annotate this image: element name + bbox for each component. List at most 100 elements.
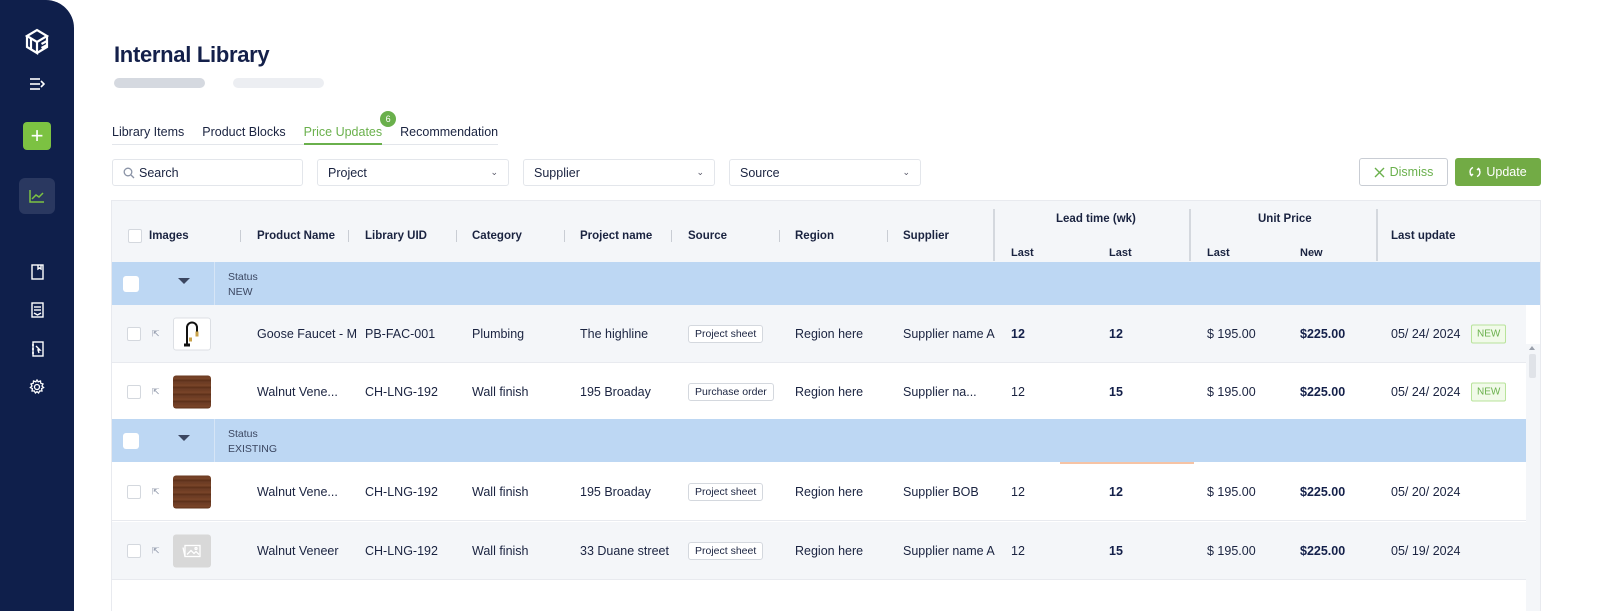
expand-icon[interactable]: ⇱ xyxy=(152,486,160,497)
lead-time-new: 12 xyxy=(1109,326,1123,341)
collapse-caret-icon[interactable] xyxy=(178,435,190,441)
column-header-source[interactable]: Source xyxy=(688,230,727,242)
expand-icon[interactable]: ⇱ xyxy=(152,386,160,397)
last-update: 05/ 19/ 2024 xyxy=(1391,543,1461,558)
search-input[interactable] xyxy=(139,165,289,180)
row-checkbox[interactable] xyxy=(127,485,141,499)
select-all-checkbox[interactable] xyxy=(128,229,142,243)
product-image[interactable] xyxy=(173,475,211,508)
project-name: The highline xyxy=(580,326,649,341)
lead-time-last: 12 xyxy=(1011,543,1025,558)
supplier: Supplier name A xyxy=(903,543,995,558)
column-header-category[interactable]: Category xyxy=(472,230,522,242)
price-new: $225.00 xyxy=(1300,543,1346,558)
scroll-thumb[interactable] xyxy=(1529,354,1536,378)
sidebar-item-settings[interactable] xyxy=(27,377,47,397)
vertical-scrollbar[interactable] xyxy=(1526,344,1540,611)
column-header-images[interactable]: Images xyxy=(149,230,189,242)
search-field[interactable] xyxy=(112,159,303,186)
column-header-last-update[interactable]: Last update xyxy=(1391,230,1456,242)
expand-icon[interactable]: ⇱ xyxy=(152,328,160,339)
source-tag[interactable]: Project sheet xyxy=(688,541,764,560)
chevron-down-icon: ⌄ xyxy=(490,167,498,177)
column-divider xyxy=(348,230,349,242)
table-row[interactable]: ⇱ Goose Faucet - M PB-FAC-001 Plumbing T… xyxy=(112,305,1526,363)
category: Wall finish xyxy=(472,384,529,399)
row-checkbox[interactable] xyxy=(127,327,141,341)
table-row[interactable]: ⇱ Walnut Vene... CH-LNG-192 Wall finish … xyxy=(112,463,1526,521)
expand-icon[interactable]: ⇱ xyxy=(152,545,160,556)
column-header-lead-last[interactable]: Last xyxy=(1011,247,1034,259)
sidebar-item-library[interactable] xyxy=(28,262,46,282)
column-header-price-new[interactable]: New xyxy=(1300,247,1323,259)
group-divider xyxy=(1189,209,1191,261)
column-header-project-name[interactable]: Project name xyxy=(580,230,652,242)
tab-product-blocks[interactable]: Product Blocks xyxy=(202,125,285,144)
gear-icon xyxy=(29,379,45,395)
column-header-library-uid[interactable]: Library UID xyxy=(365,230,427,242)
search-icon xyxy=(123,167,135,178)
supplier-select[interactable]: Supplier ⌄ xyxy=(523,159,715,186)
column-header-price-last[interactable]: Last xyxy=(1207,247,1230,259)
sidebar-item-analytics[interactable] xyxy=(19,178,55,214)
tab-library-items[interactable]: Library Items xyxy=(112,125,184,144)
table-row[interactable]: ⇱ Walnut Veneer CH-LNG-192 Wall finish 3… xyxy=(112,522,1526,580)
source-select[interactable]: Source ⌄ xyxy=(729,159,921,186)
source-tag[interactable]: Project sheet xyxy=(688,482,764,501)
group-select-checkbox[interactable] xyxy=(123,276,139,292)
column-header-product-name[interactable]: Product Name xyxy=(257,230,335,242)
sidebar-item-contacts[interactable] xyxy=(28,339,46,359)
supplier: Supplier BOB xyxy=(903,484,979,499)
project-name: 195 Broaday xyxy=(580,384,651,399)
contacts-icon xyxy=(31,341,44,357)
row-checkbox[interactable] xyxy=(127,544,141,558)
new-badge: NEW xyxy=(1471,324,1507,343)
region: Region here xyxy=(795,484,864,499)
column-header-region[interactable]: Region xyxy=(795,230,834,242)
sidebar-item-documents[interactable] xyxy=(28,300,46,320)
product-name: Walnut Vene... xyxy=(257,384,338,399)
image-placeholder-icon xyxy=(182,544,201,558)
tab-bar: Library Items Product Blocks Price Updat… xyxy=(112,111,499,145)
column-header-lead-new[interactable]: Last xyxy=(1109,247,1132,259)
product-image[interactable] xyxy=(173,375,211,408)
update-button[interactable]: Update xyxy=(1455,158,1541,186)
column-header-supplier[interactable]: Supplier xyxy=(903,230,949,242)
last-update: 05/ 24/ 2024 xyxy=(1391,326,1461,341)
dismiss-button[interactable]: Dismiss xyxy=(1359,158,1448,186)
source-tag[interactable]: Purchase order xyxy=(688,382,774,401)
lead-time-last: 12 xyxy=(1011,326,1025,341)
logo-icon[interactable] xyxy=(22,26,52,56)
product-image[interactable] xyxy=(173,317,211,350)
tab-price-updates[interactable]: Price Updates 6 xyxy=(303,111,397,145)
group-row-new: Status NEW xyxy=(112,262,1540,307)
collapse-menu-icon[interactable] xyxy=(27,74,47,94)
collapse-caret-icon[interactable] xyxy=(178,278,190,284)
faucet-image xyxy=(184,321,199,346)
supplier: Supplier na... xyxy=(903,384,977,399)
new-badge: NEW xyxy=(1471,382,1507,401)
product-image[interactable] xyxy=(173,534,211,567)
tab-recommendation[interactable]: Recommendation xyxy=(400,125,498,144)
column-group-lead-time: Lead time (wk) xyxy=(1056,213,1136,225)
price-new: $225.00 xyxy=(1300,326,1346,341)
region: Region here xyxy=(795,326,864,341)
group-divider xyxy=(214,419,215,462)
table-header: Images Product Name Library UID Category… xyxy=(112,201,1540,262)
scroll-up-arrow-icon[interactable] xyxy=(1529,346,1535,350)
project-select[interactable]: Project ⌄ xyxy=(317,159,509,186)
project-name: 195 Broaday xyxy=(580,484,651,499)
count-badge: 6 xyxy=(380,111,397,127)
group-divider xyxy=(1376,209,1378,261)
project-name: 33 Duane street xyxy=(580,543,669,558)
add-button[interactable]: + xyxy=(23,122,51,150)
product-name: Walnut Veneer xyxy=(257,543,339,558)
last-update: 05/ 24/ 2024 xyxy=(1391,384,1461,399)
table-row[interactable]: ⇱ Walnut Vene... CH-LNG-192 Wall finish … xyxy=(112,363,1526,421)
column-group-unit-price: Unit Price xyxy=(1258,213,1312,225)
source-tag[interactable]: Project sheet xyxy=(688,324,764,343)
price-last: $ 195.00 xyxy=(1207,384,1256,399)
row-checkbox[interactable] xyxy=(127,385,141,399)
group-select-checkbox[interactable] xyxy=(123,433,139,449)
chevron-down-icon: ⌄ xyxy=(696,167,704,177)
